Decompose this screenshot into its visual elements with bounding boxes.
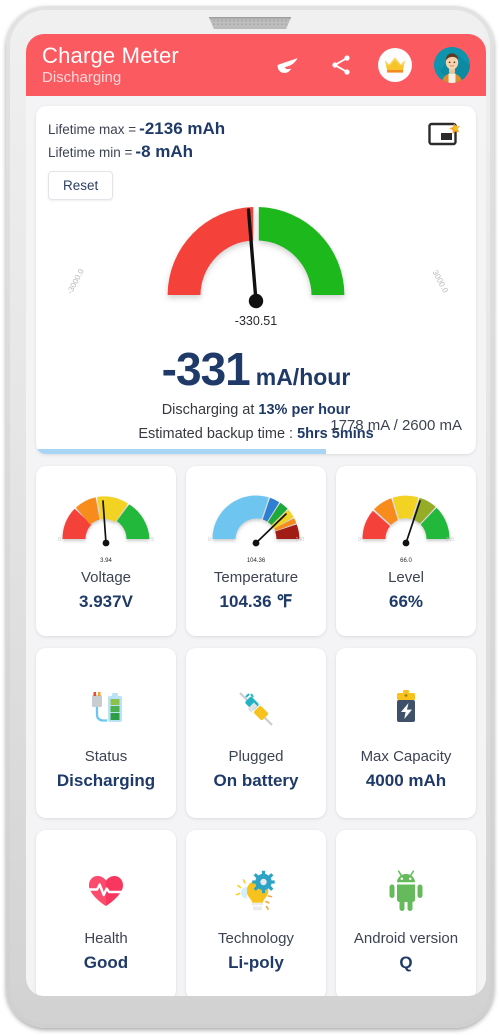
charge-meter-card: Lifetime max = -2136 mAh Lifetime min = -8… xyxy=(36,106,476,454)
tile-level[interactable]: 0 100 66.0 Level 66% xyxy=(336,466,476,636)
capacity-progress-track xyxy=(36,449,476,454)
phone-frame: Charge Meter Discharging Lifetime max = … xyxy=(6,6,494,1028)
level-gauge-needle-value: 66.0 xyxy=(400,557,412,564)
tile-label: Temperature xyxy=(213,568,299,586)
temperature-gauge-min: 0 xyxy=(208,536,211,543)
night-mode-icon[interactable] xyxy=(274,50,304,80)
current-reading: -331 mA/hour xyxy=(48,342,464,396)
tile-value: 3.937V xyxy=(79,591,133,611)
tile-android-version[interactable]: Android version Q xyxy=(336,830,476,996)
discharge-rate-value: 13% per hour xyxy=(258,402,351,418)
level-gauge-max: 100 xyxy=(445,536,454,543)
capacity-text: 1778 mA / 2600 mA xyxy=(330,417,462,434)
app-bar-actions xyxy=(274,47,472,83)
tile-row-3: Health Good Technology Li-poly Android v… xyxy=(36,830,476,996)
voltage-gauge: 0 5 3.94 xyxy=(56,493,156,564)
tile-label: Voltage xyxy=(80,568,132,586)
picture-in-picture-icon[interactable] xyxy=(428,120,462,148)
tile-label: Health xyxy=(84,929,128,947)
current-unit: mA/hour xyxy=(255,364,351,390)
level-gauge-min: 0 xyxy=(358,536,361,543)
lifetime-max-value: -2136 mAh xyxy=(139,119,226,138)
tile-value: Discharging xyxy=(56,770,156,790)
level-gauge: 0 100 66.0 xyxy=(356,493,456,564)
tile-row-2: Status Discharging Plugged On battery Ma… xyxy=(36,648,476,818)
heart-pulse-icon xyxy=(83,860,129,914)
voltage-gauge-needle-value: 3.94 xyxy=(100,557,112,564)
main-content: Lifetime max = -2136 mAh Lifetime min = -8… xyxy=(26,96,486,996)
current-value: -331 xyxy=(161,343,251,395)
tile-label: Max Capacity xyxy=(360,747,452,765)
avatar[interactable] xyxy=(434,47,470,83)
page-subtitle: Discharging xyxy=(42,69,122,86)
tile-plugged[interactable]: Plugged On battery xyxy=(186,648,326,818)
app-screen: Charge Meter Discharging Lifetime max = … xyxy=(26,34,486,996)
earpiece-speaker xyxy=(208,17,292,29)
lifetime-min-label: Lifetime min = xyxy=(48,145,133,160)
reset-button[interactable]: Reset xyxy=(48,171,114,200)
tile-health[interactable]: Health Good xyxy=(36,830,176,996)
lifetime-min-row: Lifetime min = -8 mAh xyxy=(48,141,464,164)
gauge-needle-value: -330.51 xyxy=(234,314,278,328)
app-bar-titles: Charge Meter Discharging xyxy=(42,43,179,87)
charge-gauge-svg xyxy=(167,207,345,309)
unplugged-icon xyxy=(233,678,279,732)
charge-gauge: -3000.0 3000.0 -330.51 xyxy=(48,202,464,330)
lifetime-min-value: -8 mAh xyxy=(135,142,194,161)
tile-value: Good xyxy=(83,952,129,972)
tile-max-capacity[interactable]: Max Capacity 4000 mAh xyxy=(336,648,476,818)
share-icon[interactable] xyxy=(326,50,356,80)
tile-value: 4000 mAh xyxy=(365,770,447,790)
tile-status[interactable]: Status Discharging xyxy=(36,648,176,818)
voltage-gauge-min: 0 xyxy=(58,536,61,543)
tile-value: Q xyxy=(399,952,413,972)
temperature-gauge: 0 140 104.36 xyxy=(206,493,306,564)
capacity-progress-fill xyxy=(36,449,327,454)
gauge-max-label: 3000.0 xyxy=(430,268,450,295)
tile-label: Android version xyxy=(353,929,459,947)
page-title: Charge Meter xyxy=(42,43,179,68)
temperature-gauge-needle-value: 104.36 xyxy=(246,557,266,564)
android-robot-icon xyxy=(383,860,429,914)
discharge-rate-prefix: Discharging at xyxy=(161,402,259,418)
tile-label: Status xyxy=(84,747,128,765)
tile-label: Technology xyxy=(218,929,294,947)
tile-technology[interactable]: Technology Li-poly xyxy=(186,830,326,996)
tile-value: On battery xyxy=(213,770,299,790)
battery-plug-icon xyxy=(83,678,129,732)
tile-temperature[interactable]: 0 140 104.36 Temperature 104.36 ℉ xyxy=(186,466,326,636)
crown-icon[interactable] xyxy=(378,48,412,82)
tile-label: Level xyxy=(388,568,424,586)
tile-value: 104.36 ℉ xyxy=(219,591,293,611)
tile-value: Li-poly xyxy=(228,952,284,972)
lifetime-max-label: Lifetime max = xyxy=(48,122,137,137)
lightbulb-gear-icon xyxy=(233,860,279,914)
tile-value: 66% xyxy=(388,591,424,611)
app-bar: Charge Meter Discharging xyxy=(26,34,486,96)
tile-voltage[interactable]: 0 5 3.94 Voltage 3.937V xyxy=(36,466,176,636)
voltage-gauge-max: 5 xyxy=(151,536,154,543)
battery-bolt-icon xyxy=(383,678,429,732)
gauge-min-label: -3000.0 xyxy=(65,267,86,296)
lifetime-max-row: Lifetime max = -2136 mAh xyxy=(48,118,464,141)
tile-row-1: 0 5 3.94 Voltage 3.937V 0 140 104.36 Tem… xyxy=(36,466,476,636)
temperature-gauge-max: 140 xyxy=(295,536,304,543)
tile-label: Plugged xyxy=(228,747,284,765)
